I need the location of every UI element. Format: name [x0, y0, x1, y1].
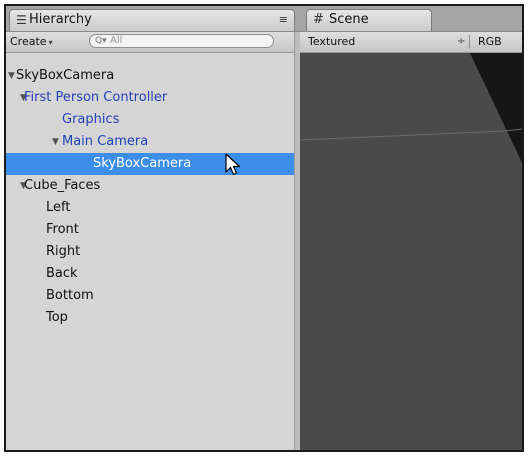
hierarchy-row[interactable]: ▼ First Person Controller: [6, 87, 294, 109]
editor-window: ☰ Hierarchy ≡ # Scene Create ▾ Q▾ All ▼ Sk…: [4, 4, 524, 452]
hierarchy-item-label: Right: [46, 244, 81, 259]
hierarchy-row[interactable]: ▼ SkyBoxCamera: [6, 65, 294, 87]
hierarchy-item-label: Front: [46, 222, 79, 237]
tab-bar: ☰ Hierarchy ≡ # Scene: [6, 6, 522, 32]
hierarchy-row[interactable]: ▼ Cube_Faces: [6, 175, 294, 197]
hierarchy-panel: Create ▾ Q▾ All ▼ SkyBoxCamera ▼ First Perso…: [6, 32, 294, 450]
hierarchy-row[interactable]: Right: [6, 241, 294, 263]
hierarchy-row[interactable]: SkyBoxCamera: [6, 153, 294, 175]
search-placeholder: All: [110, 35, 123, 46]
hierarchy-item-label: Bottom: [46, 288, 94, 303]
scene-toolbar: Textured ÷ RGB: [300, 32, 522, 53]
hierarchy-item-label: Top: [46, 310, 68, 325]
hierarchy-row[interactable]: Left: [6, 197, 294, 219]
hierarchy-item-label: Cube_Faces: [24, 178, 101, 193]
mouse-pointer-icon: [225, 153, 241, 176]
render-mode-dropdown[interactable]: RGB: [478, 34, 502, 50]
expand-triangle-icon[interactable]: ▼: [8, 65, 15, 87]
create-label: Create: [10, 35, 47, 48]
tab-hierarchy[interactable]: ☰ Hierarchy ≡: [9, 9, 295, 31]
shading-mode-dropdown[interactable]: Textured: [308, 34, 355, 50]
expand-triangle-icon[interactable]: ▼: [52, 131, 59, 153]
hierarchy-item-label: Left: [46, 200, 71, 215]
hierarchy-item-label: Main Camera: [62, 134, 149, 149]
hierarchy-row[interactable]: ▼ Main Camera: [6, 131, 294, 153]
hierarchy-row[interactable]: Graphics: [6, 109, 294, 131]
hierarchy-item-label: SkyBoxCamera: [93, 156, 192, 171]
search-icon: Q▾: [95, 36, 107, 46]
hierarchy-toolbar: Create ▾ Q▾ All: [6, 32, 294, 53]
hierarchy-item-label: Back: [46, 266, 78, 281]
hierarchy-item-label: SkyBoxCamera: [16, 68, 115, 83]
tab-menu-icon[interactable]: ≡: [279, 10, 288, 30]
hierarchy-row[interactable]: Front: [6, 219, 294, 241]
create-button[interactable]: Create ▾: [10, 34, 53, 49]
hierarchy-item-label: Graphics: [62, 112, 120, 127]
scene-view[interactable]: Textured ÷ RGB: [300, 32, 522, 450]
hierarchy-tree: ▼ SkyBoxCamera ▼ First Person Controller Gra…: [6, 65, 294, 329]
hierarchy-row[interactable]: Bottom: [6, 285, 294, 307]
hierarchy-row[interactable]: Back: [6, 263, 294, 285]
scene-geometry: [300, 53, 522, 450]
tab-scene[interactable]: # Scene: [306, 9, 432, 31]
tab-hierarchy-label: Hierarchy: [29, 12, 92, 27]
chevron-down-icon: ▾: [48, 38, 53, 47]
list-icon: ☰: [16, 13, 27, 27]
hash-icon: #: [313, 12, 324, 27]
tab-scene-label: Scene: [329, 12, 369, 27]
search-input[interactable]: Q▾ All: [89, 34, 274, 48]
hierarchy-row[interactable]: Top: [6, 307, 294, 329]
hierarchy-item-label: First Person Controller: [24, 90, 168, 105]
toolbar-divider: [469, 35, 470, 49]
horizon-line: [300, 130, 506, 141]
shading-arrow-icon: ÷: [457, 36, 466, 47]
